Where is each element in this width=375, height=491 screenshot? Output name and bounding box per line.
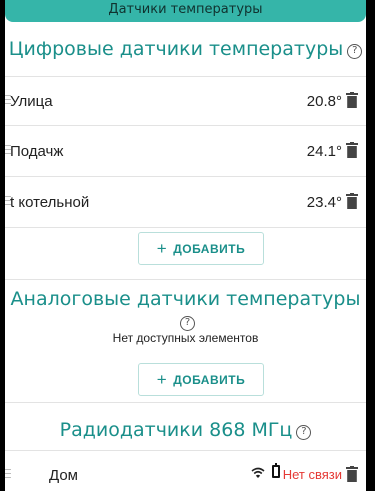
list-item[interactable]: Подачж 24.1° [5, 127, 366, 177]
add-button-label: ДОБАВИТЬ [173, 242, 246, 256]
sensor-name: Улица [10, 93, 53, 110]
connection-status: Нет связи [282, 467, 342, 482]
add-button-label: ДОБАВИТЬ [173, 373, 246, 387]
plus-icon: + [156, 370, 168, 389]
sensor-temperature: 20.8° [306, 93, 342, 110]
help-circle-icon[interactable]: ? [180, 316, 195, 331]
sensor-name: Подачж [10, 143, 64, 160]
window-frame-right [366, 0, 375, 491]
digital-sensors-title: Цифровые датчики температуры? [5, 38, 366, 60]
help-circle-icon[interactable]: ? [296, 425, 312, 440]
app-bar: Датчики температуры [5, 0, 366, 22]
radio-sensors-title: Радиодатчики 868 МГц? [5, 419, 366, 441]
help-circle-icon[interactable]: ? [347, 44, 363, 59]
sensor-temperature: 24.1° [306, 143, 342, 160]
add-digital-sensor-button[interactable]: + ДОБАВИТЬ [138, 232, 264, 265]
section-divider [5, 402, 366, 403]
trash-icon[interactable] [346, 142, 358, 158]
radio-sensors-title-text: Радиодатчики 868 МГц [59, 419, 293, 441]
sensors-page: Датчики температуры Цифровые датчики тем… [5, 0, 366, 491]
section-divider [5, 279, 366, 280]
wifi-icon [251, 467, 265, 478]
digital-sensors-title-text: Цифровые датчики температуры [8, 38, 344, 60]
drag-handle-icon[interactable] [5, 469, 11, 481]
page-title: Датчики температуры [108, 2, 263, 17]
plus-icon: + [156, 239, 168, 258]
trash-icon[interactable] [346, 193, 358, 209]
list-item[interactable]: t котельной 23.4° [5, 178, 366, 228]
sensor-temperature: 23.4° [306, 194, 342, 211]
battery-icon [272, 463, 280, 478]
analog-sensors-title-text: Аналоговые датчики температуры [10, 288, 361, 310]
analog-sensors-title: Аналоговые датчики температуры? [5, 288, 366, 332]
list-item[interactable]: Улица 20.8° [5, 76, 366, 126]
empty-list-message: Нет доступных элементов [112, 331, 259, 345]
sensor-name: t котельной [10, 194, 90, 211]
sensor-name: Дом [49, 467, 78, 484]
list-item[interactable]: Дом Нет связи [5, 450, 366, 491]
trash-icon[interactable] [346, 466, 358, 482]
add-analog-sensor-button[interactable]: + ДОБАВИТЬ [138, 363, 264, 396]
trash-icon[interactable] [346, 92, 358, 108]
